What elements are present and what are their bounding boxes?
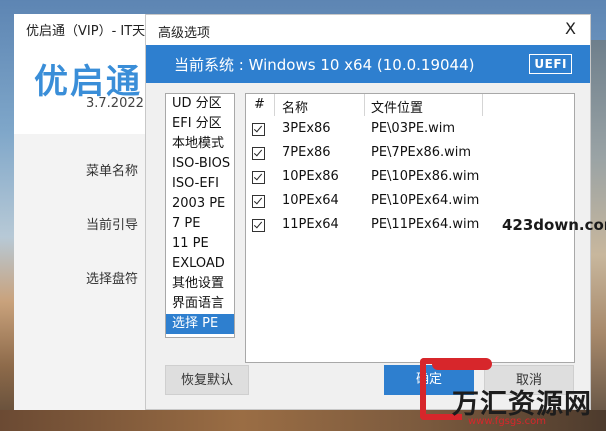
watermark-logo-bar [432, 358, 492, 370]
pe-path: PE\7PEx86.wim [371, 145, 472, 160]
pe-name: 11PEx64 [282, 217, 339, 232]
menu-item-exload[interactable]: EXLOAD [166, 254, 234, 274]
column-divider [482, 94, 483, 116]
column-divider [274, 94, 275, 116]
column-header-path: 文件位置 [371, 101, 424, 116]
row-checkbox[interactable] [252, 171, 265, 184]
menu-name-label: 菜单名称 [86, 164, 139, 179]
pe-name: 3PEx86 [282, 121, 331, 136]
pe-name: 7PEx86 [282, 145, 331, 160]
menu-item-iso-bios[interactable]: ISO-BIOS [166, 154, 234, 174]
column-divider [364, 94, 365, 116]
pe-name: 10PEx86 [282, 169, 339, 184]
table-header: # 名称 文件位置 [246, 94, 574, 116]
dialog-title: 高级选项 [158, 26, 211, 41]
row-checkbox[interactable] [252, 195, 265, 208]
table-row[interactable]: 3PEx86 PE\03PE.wim [246, 118, 574, 142]
dialog-titlebar: 高级选项 X [146, 15, 590, 45]
current-system-text: 当前系统 : Windows 10 x64 (10.0.19044) [174, 56, 475, 74]
menu-item-select-pe[interactable]: 选择 PE [166, 314, 234, 334]
watermark-423down: 423 DOWN 423down.com [502, 190, 606, 240]
row-checkbox[interactable] [252, 147, 265, 160]
menu-item-7-pe[interactable]: 7 PE [166, 214, 234, 234]
uefi-badge: UEFI [529, 54, 572, 74]
column-header-num: # [254, 97, 265, 112]
menu-item-11-pe[interactable]: 11 PE [166, 234, 234, 254]
system-info-banner: 当前系统 : Windows 10 x64 (10.0.19044) UEFI [146, 45, 590, 83]
pe-path: PE\03PE.wim [371, 121, 456, 136]
option-category-list[interactable]: UD 分区 EFI 分区 本地模式 ISO-BIOS ISO-EFI 2003 … [165, 93, 235, 338]
menu-item-other-settings[interactable]: 其他设置 [166, 274, 234, 294]
watermark-site-url: www.fgsgs.com [468, 416, 546, 427]
pe-path: PE\11PEx64.wim [371, 217, 480, 232]
watermark-423-small: DOWN [546, 194, 570, 202]
restore-defaults-button[interactable]: 恢复默认 [165, 365, 249, 395]
row-checkbox[interactable] [252, 219, 265, 232]
menu-item-iso-efi[interactable]: ISO-EFI [166, 174, 234, 194]
close-icon[interactable]: X [565, 19, 576, 38]
pe-name: 10PEx64 [282, 193, 339, 208]
main-window-title: 优启通（VIP）- IT天 [26, 24, 146, 39]
table-row[interactable]: 10PEx86 PE\10PEx86.wim [246, 166, 574, 190]
watermark-fanghui: 万汇资源网 www.fgsgs.com [420, 356, 606, 431]
watermark-423-url: 423down.com [502, 216, 606, 234]
pe-path: PE\10PEx86.wim [371, 169, 480, 184]
table-row[interactable]: 7PEx86 PE\7PEx86.wim [246, 142, 574, 166]
menu-item-local-mode[interactable]: 本地模式 [166, 134, 234, 154]
select-drive-label: 选择盘符 [86, 272, 139, 287]
row-checkbox[interactable] [252, 123, 265, 136]
pe-path: PE\10PEx64.wim [371, 193, 480, 208]
menu-item-efi-partition[interactable]: EFI 分区 [166, 114, 234, 134]
column-header-name: 名称 [282, 101, 309, 116]
menu-item-ud-partition[interactable]: UD 分区 [166, 94, 234, 114]
menu-item-ui-language[interactable]: 界面语言 [166, 294, 234, 314]
menu-item-2003-pe[interactable]: 2003 PE [166, 194, 234, 214]
current-boot-label: 当前引导 [86, 218, 139, 233]
